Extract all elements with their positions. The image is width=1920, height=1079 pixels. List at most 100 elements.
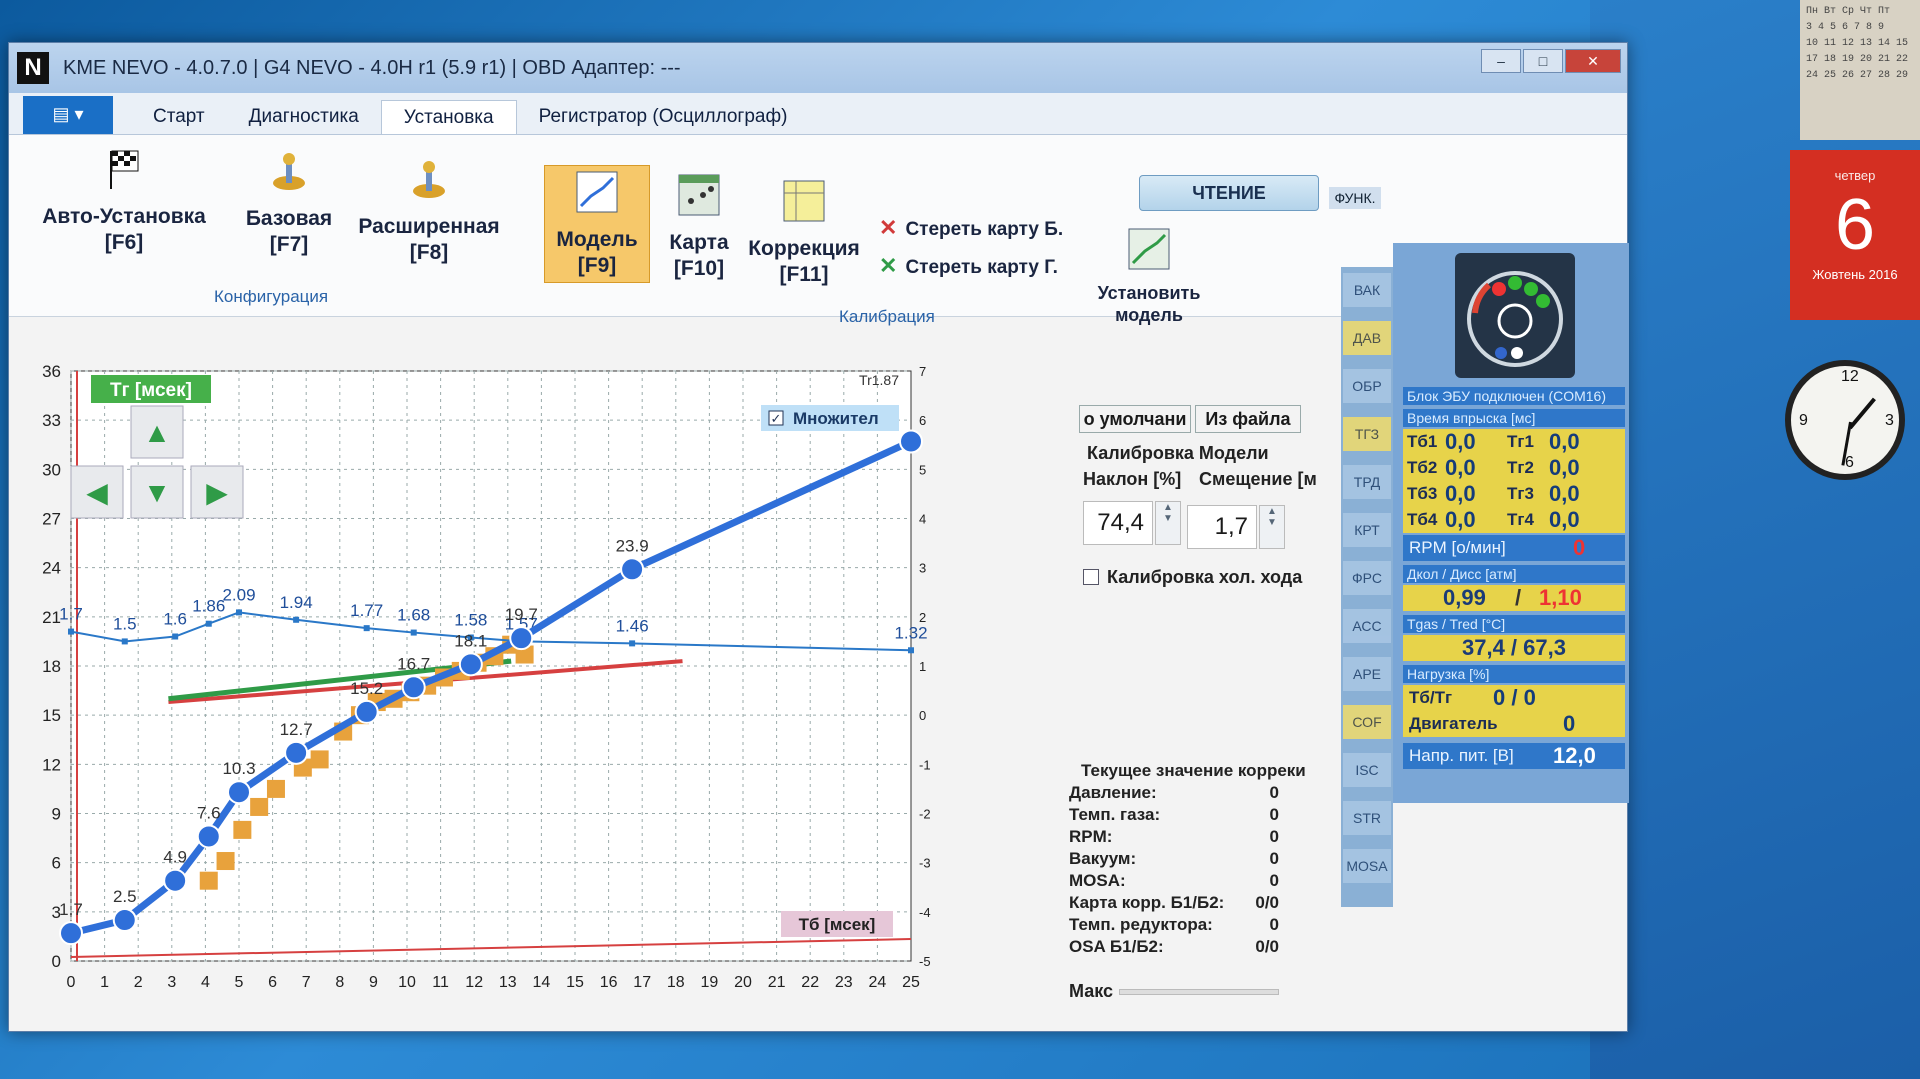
temperature-title: Tgas / Tred [°C]	[1403, 615, 1625, 633]
y-tick-label: 9	[52, 805, 61, 824]
title-bar: N KME NEVO - 4.0.7.0 | G4 NEVO - 4.0H r1…	[9, 43, 1627, 93]
correction-row-value: 0	[1269, 783, 1279, 802]
slope-stepper[interactable]: ▲ ▼	[1155, 501, 1181, 545]
from-file-button[interactable]: Из файла	[1195, 405, 1301, 433]
auto-setup-button[interactable]: Авто-Установка [F6]	[29, 147, 219, 256]
vtab-соf[interactable]: СОF	[1343, 705, 1391, 739]
y-tick-label: 33	[42, 411, 61, 430]
x-tick-label: 13	[499, 974, 517, 991]
y2-tick-label: -3	[919, 856, 931, 871]
vtab-вак[interactable]: ВАК	[1343, 273, 1391, 307]
vtab-isc[interactable]: ISC	[1343, 753, 1391, 787]
vtab-обр[interactable]: ОБР	[1343, 369, 1391, 403]
tab-diagnostics[interactable]: Диагностика	[227, 100, 381, 134]
vtab-дав[interactable]: ДАВ	[1343, 321, 1391, 355]
file-menu-button[interactable]: ▤ ▾	[23, 96, 113, 134]
offset-input[interactable]: 1,7	[1187, 505, 1257, 549]
map-button[interactable]: Карта [F10]	[659, 173, 739, 282]
y-tick-label: 18	[42, 657, 61, 676]
gauge-icon	[1467, 271, 1563, 367]
read-button[interactable]: ЧТЕНИЕ	[1139, 175, 1319, 211]
tab-setup[interactable]: Установка	[380, 100, 517, 134]
injector-label: Тг1	[1507, 432, 1534, 451]
offset-stepper[interactable]: ▲ ▼	[1259, 505, 1285, 549]
vtab-асс[interactable]: АСС	[1343, 609, 1391, 643]
sample-square	[216, 852, 235, 871]
injector-label: Тб2	[1407, 458, 1438, 477]
injector-value: 0,0	[1549, 429, 1580, 454]
calendar-weekday: четвер	[1834, 168, 1876, 183]
multiplier-label: 1.5	[113, 614, 137, 633]
model-button[interactable]: Модель [F9]	[544, 165, 650, 283]
defaults-button[interactable]: о умолчани	[1079, 405, 1191, 433]
set-model-label: Установить модель	[1097, 283, 1201, 325]
erase-map-b-button[interactable]: ✕ Стереть карту Б.	[879, 215, 1063, 241]
x-tick-label: 6	[268, 974, 277, 991]
correction-table-icon	[783, 180, 825, 222]
advanced-button[interactable]: Расширенная [F8]	[354, 157, 504, 266]
minimize-button[interactable]: –	[1481, 49, 1521, 73]
app-window: N KME NEVO - 4.0.7.0 | G4 NEVO - 4.0H r1…	[8, 42, 1629, 1032]
load-row-engine: Двигатель 0	[1403, 711, 1625, 737]
injection-title: Время впрыска [мс]	[1403, 409, 1625, 427]
y-tick-label: 12	[42, 755, 61, 774]
multiplier-label: 1.77	[350, 601, 383, 620]
model-calibration-panel: о умолчани Из файла Калибровка Модели На…	[1069, 361, 1339, 1011]
multiplier-label: 1.58	[454, 610, 487, 629]
tab-recorder[interactable]: Регистратор (Осциллограф)	[517, 100, 810, 134]
x-tick-label: 19	[701, 974, 719, 991]
multiplier-point	[908, 647, 914, 654]
desktop-calendar-grid: Пн Вт Ср Чт Пт 3 4 5 6 7 8 9 10 11 12 13 1…	[1800, 0, 1920, 140]
vtab-аре[interactable]: АРЕ	[1343, 657, 1391, 691]
vtab-str[interactable]: STR	[1343, 801, 1391, 835]
correction-row-label: MOSA:	[1069, 871, 1126, 890]
basic-button[interactable]: Базовая [F7]	[234, 149, 344, 258]
correction-row-value: 0	[1269, 849, 1279, 868]
correction-label: Коррекция [F11]	[748, 237, 860, 286]
injector-label: Тг4	[1507, 510, 1534, 529]
correction-row-label: Темп. газа:	[1069, 805, 1161, 824]
x-tick-label: 17	[633, 974, 651, 991]
set-model-button[interactable]: Установить модель	[1084, 227, 1214, 326]
erase-map-g-button[interactable]: ✕ Стереть карту Г.	[879, 253, 1058, 279]
menu-tabs: ▤ ▾ Старт Диагностика Установка Регистра…	[9, 93, 1627, 135]
close-button[interactable]: ✕	[1565, 49, 1621, 73]
arrow-right-icon: ▶	[206, 477, 228, 508]
pressure-row: 0,99/1,10	[1403, 585, 1625, 611]
green-x-icon: ✕	[879, 253, 898, 278]
y2-tick-label: 5	[919, 462, 926, 477]
func-button[interactable]: ФУНК.	[1329, 187, 1381, 209]
vtab-тгз[interactable]: ТГЗ	[1343, 417, 1391, 451]
vtab-фрс[interactable]: ФРС	[1343, 561, 1391, 595]
arrow-up-icon: ▲	[143, 417, 171, 448]
injector-value: 0,0	[1445, 507, 1476, 532]
x-tick-label: 4	[201, 974, 210, 991]
injector-value: 0,0	[1549, 455, 1580, 480]
max-slider[interactable]	[1119, 989, 1279, 995]
model-point	[620, 557, 645, 582]
multiplier-label: 1.94	[280, 593, 313, 612]
erase-map-b-label: Стереть карту Б.	[905, 219, 1064, 240]
x-tick-label: 22	[801, 974, 819, 991]
tab-start[interactable]: Старт	[131, 100, 227, 134]
correction-row-label: Вакуум:	[1069, 849, 1137, 868]
vtab-крт[interactable]: КРТ	[1343, 513, 1391, 547]
load-row1-label: Тб/Тг	[1409, 688, 1453, 707]
slope-input[interactable]: 74,4	[1083, 501, 1153, 545]
correction-button[interactable]: Коррекция [F11]	[744, 179, 864, 288]
model-chart-svg[interactable]: 0 1 2 3 4 5 6 7 8 9 10 11 12 13 14 15 16 17 18 19 20 21 22 23 24…	[21, 361, 1069, 1021]
model-point	[899, 429, 923, 454]
vtab-трд[interactable]: ТРД	[1343, 465, 1391, 499]
x-tick-label: 9	[369, 974, 378, 991]
checkmark-icon: ✓	[771, 411, 782, 426]
multiplier-point	[236, 609, 242, 616]
voltage-label: Напр. пит. [В]	[1409, 746, 1514, 765]
vtab-mosa[interactable]: MOSA	[1343, 849, 1391, 883]
correction-row-value: 0	[1269, 871, 1279, 890]
maximize-button[interactable]: □	[1523, 49, 1563, 73]
idle-calib-checkbox[interactable]	[1083, 569, 1099, 585]
model-label: 2.5	[113, 887, 137, 906]
checkered-flag-icon	[110, 150, 139, 189]
correction-row-label: RPM:	[1069, 827, 1113, 846]
x-tick-label: 8	[335, 974, 344, 991]
